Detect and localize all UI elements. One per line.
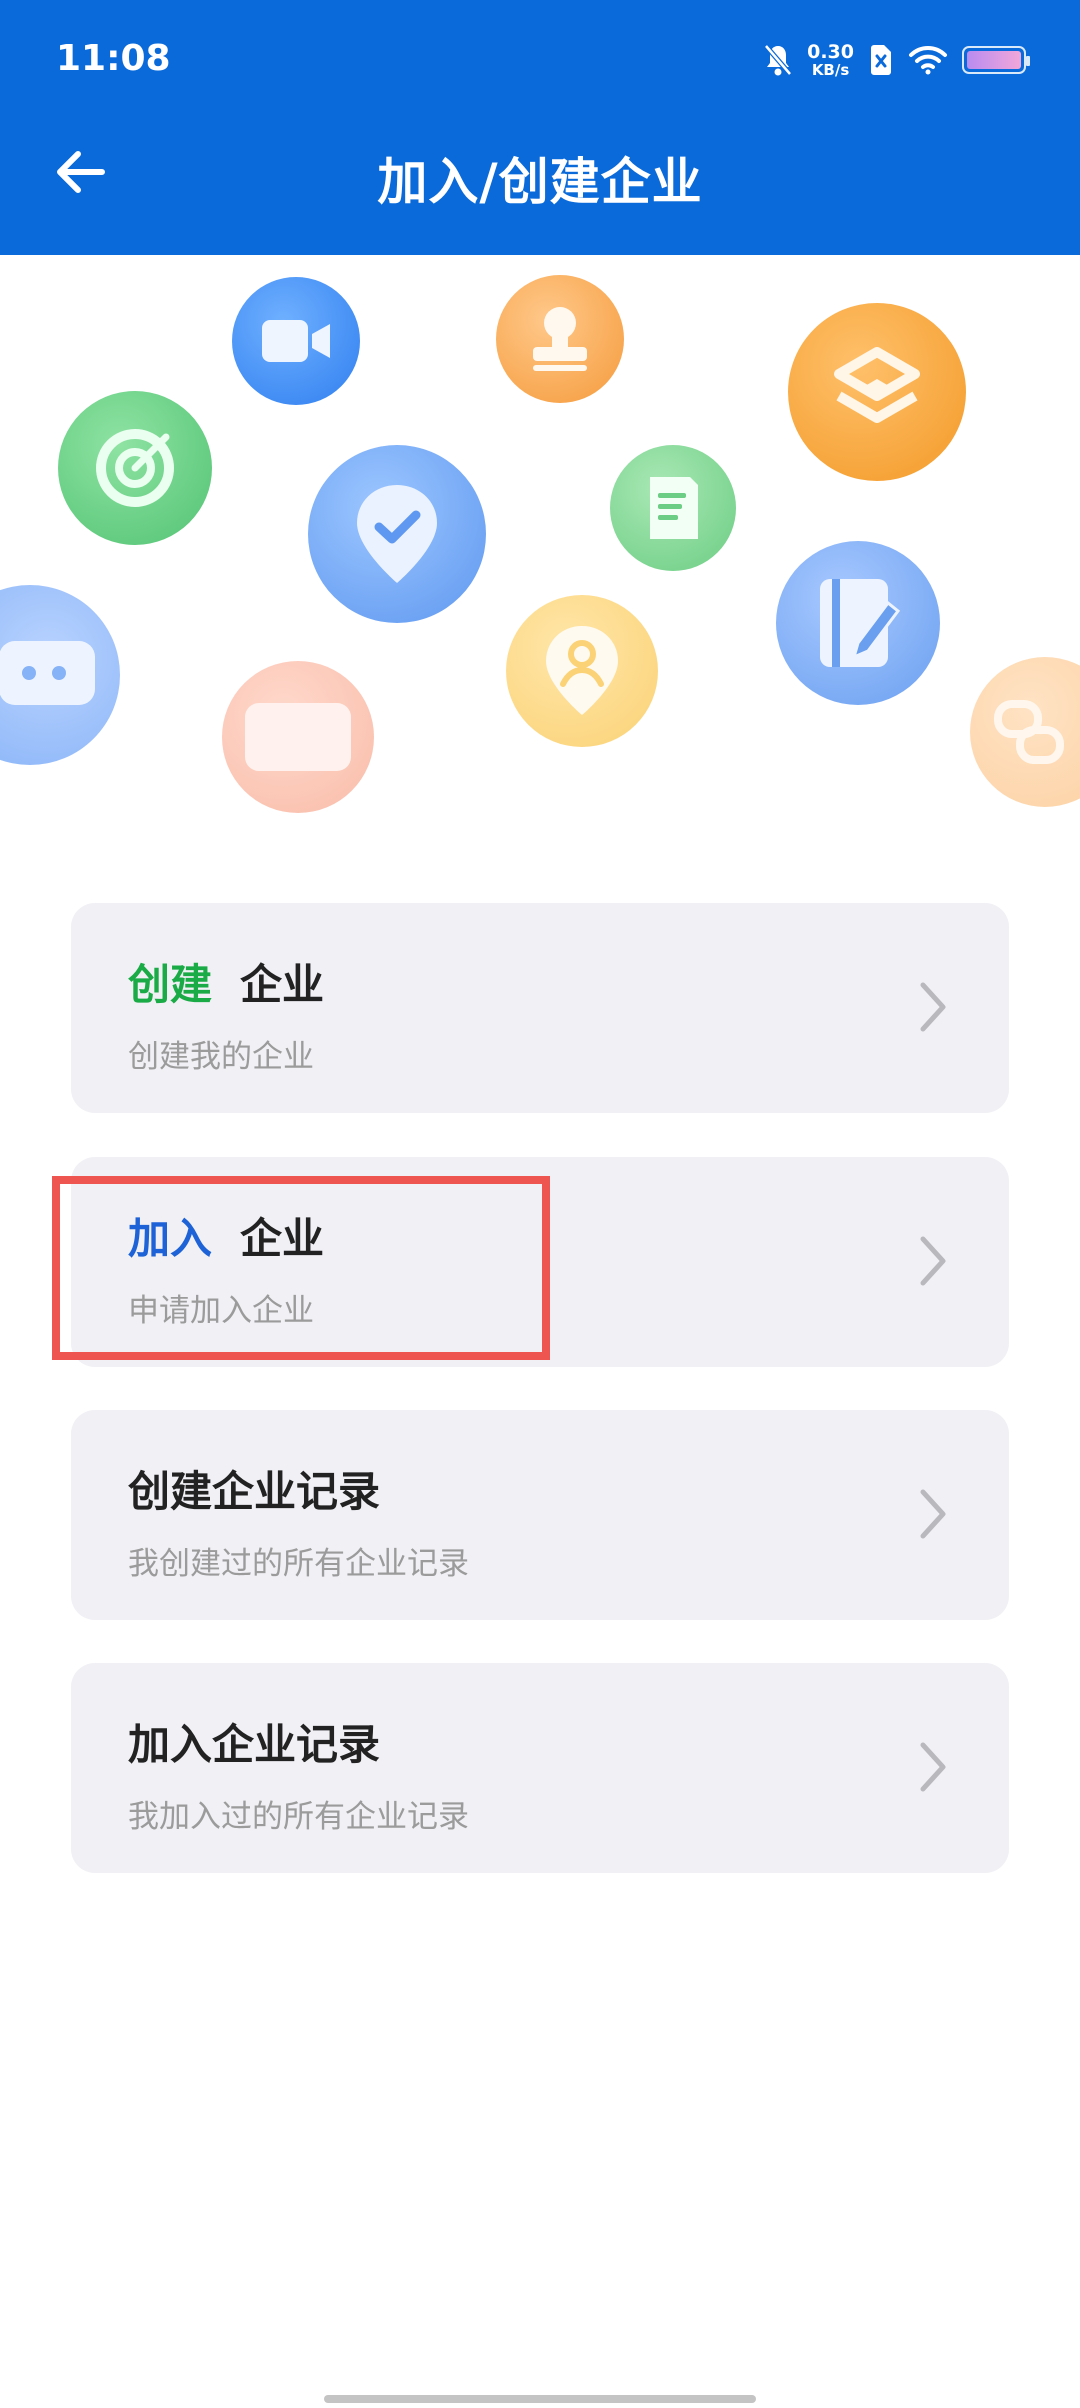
status-time: 11:08 [56, 38, 171, 79]
chevron-right-icon [920, 1489, 946, 1539]
card-subtitle: 我加入过的所有企业记录 [128, 1799, 469, 1835]
video-camera-icon [232, 277, 360, 405]
highlight-box [52, 1176, 550, 1360]
battery-icon [962, 46, 1030, 74]
chevron-right-icon [920, 982, 946, 1032]
net-speed-value: 0.30 [807, 40, 854, 63]
card-title: 加入企业记录 [128, 1720, 381, 1769]
chat-icon [0, 585, 120, 765]
card-subtitle: 创建我的企业 [128, 1039, 314, 1075]
document-icon [610, 445, 736, 571]
card-subtitle: 我创建过的所有企业记录 [128, 1546, 469, 1582]
target-icon [58, 391, 212, 545]
location-check-icon [308, 445, 486, 623]
net-speed-unit: KB/s [811, 60, 850, 79]
wifi-icon [909, 45, 947, 75]
chevron-right-icon [920, 1236, 946, 1286]
card-title: 创建 企业 [128, 951, 324, 1012]
card-title-rest: 企业 [240, 960, 325, 1009]
bell-off-icon [764, 44, 793, 76]
network-speed: 0.30 KB/s [807, 40, 854, 79]
card-title: 创建企业记录 [128, 1467, 381, 1516]
created-enterprise-records-card[interactable]: 创建企业记录 我创建过的所有企业记录 [71, 1410, 1009, 1620]
home-indicator[interactable] [324, 2395, 756, 2403]
chevron-right-icon [920, 1742, 946, 1792]
stamp-icon [496, 275, 624, 403]
hero-illustration [0, 255, 1080, 835]
card-icon [222, 661, 374, 813]
status-icons: 0.30 KB/s [763, 40, 1030, 80]
link-icon [970, 657, 1080, 807]
create-enterprise-card[interactable]: 创建 企业 创建我的企业 [71, 903, 1009, 1113]
app-header: 11:08 0.30 KB/s 加入/创建企业 [0, 0, 1080, 255]
person-pin-icon [506, 595, 658, 747]
joined-enterprise-records-card[interactable]: 加入企业记录 我加入过的所有企业记录 [71, 1663, 1009, 1873]
page-title: 加入/创建企业 [377, 153, 703, 211]
notebook-edit-icon [776, 541, 940, 705]
card-title-accent: 创建 [128, 960, 213, 1009]
blocked-sim-icon [871, 45, 891, 75]
layers-icon [788, 303, 966, 481]
